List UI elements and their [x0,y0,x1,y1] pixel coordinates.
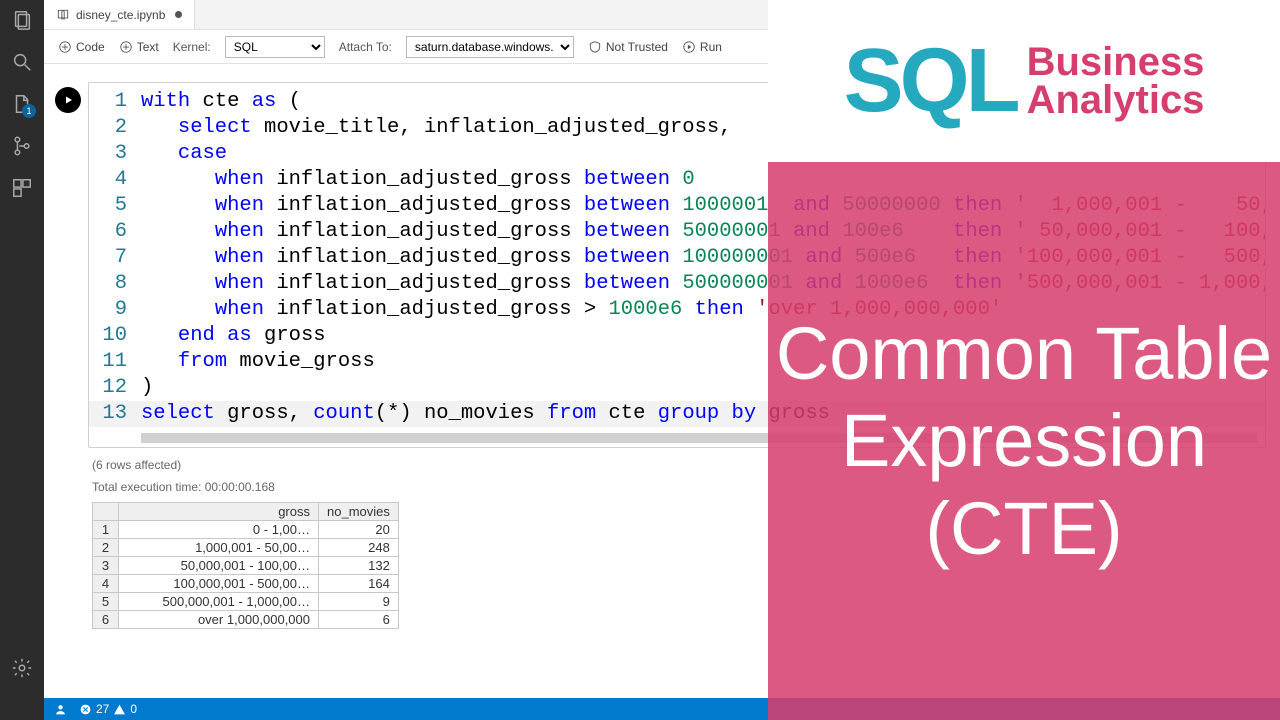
settings-icon[interactable] [10,656,34,680]
warning-icon [113,703,126,716]
execution-time: Total execution time: 00:00:00.168 [92,480,1266,494]
notebook-icon [56,8,70,22]
kernel-label: Kernel: [173,40,211,54]
notebook-area: 1with cte as (2 select movie_title, infl… [44,64,1280,720]
explorer-icon[interactable] [10,8,34,32]
not-trusted-button[interactable]: Not Trusted [588,40,668,54]
plus-circle-icon [119,40,133,54]
kernel-select[interactable]: SQL [225,36,325,58]
attach-select[interactable]: saturn.database.windows.ne [406,36,574,58]
horizontal-scrollbar[interactable] [141,433,1257,443]
editor-tabbar: disney_cte.ipynb [44,0,1280,30]
plus-circle-icon [58,40,72,54]
tab-disney-cte[interactable]: disney_cte.ipynb [44,0,195,29]
add-text-button[interactable]: Text [119,40,159,54]
play-icon [62,94,74,106]
search-icon[interactable] [10,50,34,74]
notebook-toolbar: Code Text Kernel: SQL Attach To: saturn.… [44,30,1280,64]
error-icon [79,703,92,716]
extensions-icon[interactable] [10,176,34,200]
tab-filename: disney_cte.ipynb [76,8,165,22]
result-table: grossno_movies10 - 1,00…2021,000,001 - 5… [92,502,399,629]
shield-icon [588,40,602,54]
file-badge: 1 [22,104,36,118]
tab-dirty-indicator [175,11,182,18]
play-circle-icon [682,40,696,54]
run-cell-button[interactable] [55,87,81,113]
output-area: (6 rows affected) Total execution time: … [58,448,1266,629]
status-bar: 27 0 [44,698,1280,720]
run-button[interactable]: Run [682,40,722,54]
attach-label: Attach To: [339,40,392,54]
problems-indicator[interactable]: 27 0 [79,702,137,716]
source-control-icon[interactable] [10,134,34,158]
add-code-button[interactable]: Code [58,40,105,54]
code-editor[interactable]: 1with cte as (2 select movie_title, infl… [89,83,1265,433]
account-icon[interactable] [54,703,67,716]
file-icon[interactable]: 1 [10,92,34,116]
activity-bar: 1 [0,0,44,720]
rows-affected: (6 rows affected) [92,458,1266,472]
code-cell[interactable]: 1with cte as (2 select movie_title, infl… [88,82,1266,448]
